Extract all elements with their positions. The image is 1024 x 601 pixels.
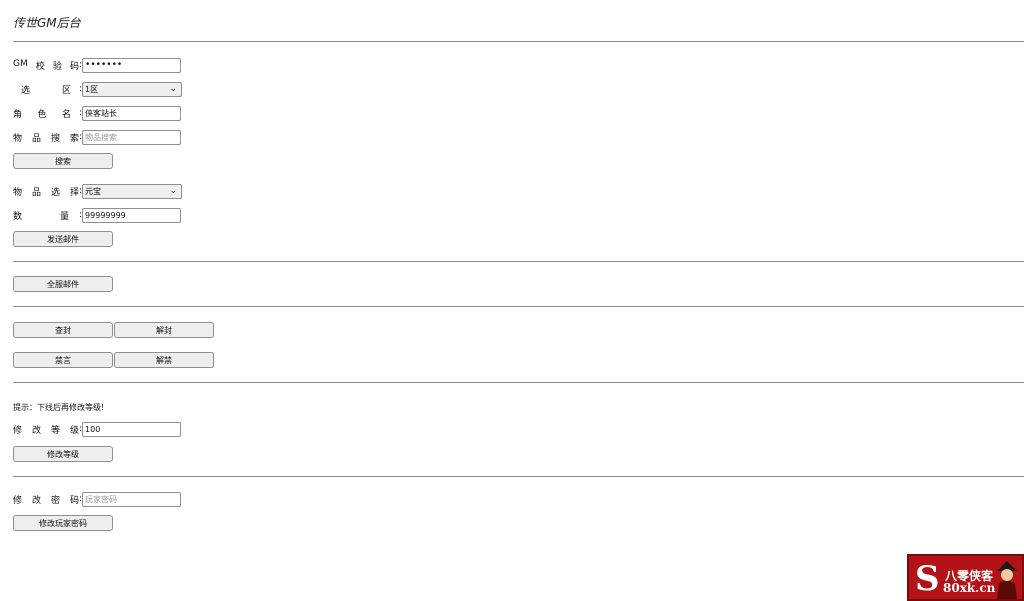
unban-button[interactable]: 解封 <box>114 322 214 338</box>
quantity-label: 数 量 <box>13 211 69 222</box>
divider <box>13 261 1024 262</box>
search-button[interactable]: 搜索 <box>13 153 113 169</box>
level-row: 修 改 等 级 : 100 <box>13 421 182 437</box>
divider <box>13 41 1024 42</box>
divider <box>13 382 1024 383</box>
quantity-input[interactable]: 99999999 <box>82 207 182 223</box>
watermark-logo: S 八零侠客 80xk.cn <box>907 554 1024 601</box>
password-label: 修 改 密 码 <box>13 495 79 506</box>
zone-select[interactable]: 1区 ⌄ <box>82 81 183 97</box>
level-input[interactable]: 100 <box>82 421 182 437</box>
gm-code-input[interactable]: ••••••• <box>82 57 182 73</box>
item-select-label: 物 品 选 择 <box>13 187 79 198</box>
divider <box>13 306 1024 307</box>
item-select[interactable]: 元宝 ⌄ <box>82 183 183 199</box>
chevron-down-icon: ⌄ <box>169 186 178 196</box>
ban-button[interactable]: 查封 <box>13 322 113 338</box>
server-mail-button[interactable]: 全服邮件 <box>13 276 113 292</box>
item-search-input[interactable]: 物品搜索 <box>82 129 182 145</box>
zone-row: 选 区 : 1区 ⌄ <box>13 81 183 97</box>
page-title: 传世GM后台 <box>13 16 81 30</box>
mute-button[interactable]: 禁言 <box>13 352 113 368</box>
gm-code-label: GM 校 验 码 <box>13 58 79 72</box>
password-row: 修 改 密 码 : 玩家密码 <box>13 491 182 507</box>
watermark-domain: 80xk.cn <box>943 581 996 595</box>
send-mail-button[interactable]: 发送邮件 <box>13 231 113 247</box>
level-label: 修 改 等 级 <box>13 425 79 436</box>
role-label: 角 色 名 <box>13 109 71 120</box>
modify-level-button[interactable]: 修改等级 <box>13 446 113 462</box>
role-row: 角 色 名 : 侠客站长 <box>13 105 182 121</box>
player-password-input[interactable]: 玩家密码 <box>82 491 182 507</box>
logo-s-icon: S <box>915 559 940 599</box>
item-select-row: 物 品 选 择 : 元宝 ⌄ <box>13 183 183 199</box>
hint-text: 提示：下线后再修改等级! <box>13 403 105 412</box>
role-name-input[interactable]: 侠客站长 <box>82 105 182 121</box>
divider <box>13 476 1024 477</box>
modify-password-button[interactable]: 修改玩家密码 <box>13 515 113 531</box>
chevron-down-icon: ⌄ <box>169 84 178 94</box>
quantity-row: 数 量 : 99999999 <box>13 207 182 223</box>
item-search-label: 物 品 搜 索 <box>13 133 79 144</box>
unmute-button[interactable]: 解禁 <box>114 352 214 368</box>
item-search-row: 物 品 搜 索 : 物品搜索 <box>13 129 182 145</box>
character-icon <box>997 561 1017 599</box>
zone-label: 选 区 <box>21 85 71 96</box>
gm-code-row: GM 校 验 码 : ••••••• <box>13 57 182 73</box>
